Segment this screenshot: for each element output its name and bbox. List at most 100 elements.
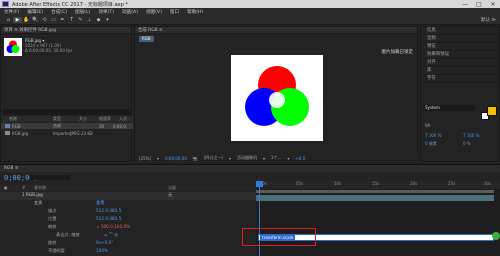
baseline-shift-value[interactable]: 0 像素: [425, 141, 437, 147]
timeline-zoom-knob[interactable]: [492, 232, 500, 240]
timeline-tab[interactable]: RGB ≡: [0, 165, 500, 172]
menu-window[interactable]: 窗口: [170, 9, 179, 15]
work-area-bar[interactable]: [256, 190, 494, 193]
hand-tool-icon[interactable]: ✋: [22, 17, 31, 23]
expression-controls-icon[interactable]: = ⌒ ◎: [104, 232, 118, 238]
timeline-property-row[interactable]: 缩放 ∞ 100.0,100.0%: [0, 224, 256, 232]
type-tool-icon[interactable]: T: [67, 17, 76, 23]
composition-tab[interactable]: RGB: [139, 36, 154, 42]
close-button[interactable]: ✕: [486, 1, 500, 8]
project-search-input[interactable]: [3, 109, 131, 115]
rotate-tool-icon[interactable]: ⟲: [40, 17, 49, 23]
highlight-annotation-box: [242, 228, 316, 246]
transform-group-label[interactable]: 变换: [34, 200, 42, 206]
resolution-dropdown[interactable]: (四分之一): [204, 155, 223, 161]
panel-character[interactable]: 字符: [421, 75, 499, 83]
playhead-handle[interactable]: [256, 181, 263, 187]
timeline-tab-label[interactable]: RGB ≡: [4, 166, 19, 171]
col-fps[interactable]: 帧速率: [99, 116, 111, 122]
project-row-type: ImporterJPEG: [53, 130, 80, 136]
menu-view[interactable]: 视图(V): [146, 9, 162, 15]
workspace-selector[interactable]: 默认 ≫: [481, 17, 496, 23]
zoom-dropdown[interactable]: [25%]: [139, 156, 151, 161]
maximize-button[interactable]: □: [472, 1, 486, 8]
resolution-dropdown-arrow[interactable]: ▾: [229, 156, 231, 161]
timeline-panel: RGB ≡ 0;00;00;00 ● # 源名称 父级 1 RGB.jpg 无 …: [0, 164, 500, 256]
menu-help[interactable]: 帮助(H): [187, 9, 203, 15]
zoom-tool-icon[interactable]: 🔍: [31, 17, 40, 23]
selection-tool-icon[interactable]: ▶: [13, 17, 22, 23]
comp-note: 图片加载已锁定: [381, 50, 414, 55]
timeline-property-row[interactable]: 锚点 512.0,483.5: [0, 208, 256, 216]
timeline-property-row[interactable]: 旋转 0x+0.0°: [0, 240, 256, 248]
menu-layer[interactable]: 图层(L): [75, 9, 90, 15]
puppet-tool-icon[interactable]: ✦: [103, 17, 112, 23]
col-size[interactable]: 大小: [79, 116, 87, 122]
menu-composition[interactable]: 合成(C): [51, 9, 67, 15]
opacity-label: 不透明度: [48, 248, 65, 253]
time-ruler[interactable]: 0s 05s 10s 15s 20s 25s 30s: [256, 181, 500, 189]
vertical-scale-value[interactable]: T 100 %: [425, 133, 441, 138]
composition-panel-header[interactable]: 合成 RGB ≡: [135, 27, 417, 34]
opacity-value[interactable]: 100%: [96, 248, 108, 253]
timeline-property-row[interactable]: 变换 重置: [0, 200, 256, 208]
panel-audio[interactable]: 音频: [421, 35, 499, 43]
timeline-layer-row[interactable]: 1 RGB.jpg 无: [0, 192, 256, 200]
rgb-circles-image: [245, 66, 309, 126]
minimize-button[interactable]: —: [458, 1, 472, 8]
exposure-value[interactable]: +0.0: [295, 156, 305, 161]
layer-number-header: #: [22, 185, 26, 190]
home-icon[interactable]: ⌂: [4, 17, 13, 23]
source-name-header[interactable]: 源名称: [34, 185, 46, 191]
timeline-expression-row[interactable]: 表达式: 缩放 = ⌒ ◎: [0, 232, 256, 240]
panel-info[interactable]: 信息: [421, 27, 499, 35]
panel-align[interactable]: 对齐: [421, 59, 499, 67]
tsume-value[interactable]: 0 %: [463, 141, 471, 146]
menu-bar: 文件(F) 编辑(E) 合成(C) 图层(L) 效果(T) 动画(A) 视图(V…: [0, 8, 500, 16]
timeline-property-row[interactable]: 不透明度 100%: [0, 248, 256, 256]
views-dropdown-arrow[interactable]: ▾: [287, 156, 289, 161]
parent-header[interactable]: 父级: [168, 185, 176, 191]
rotation-value[interactable]: 0x+0.0°: [96, 240, 113, 245]
menu-animation[interactable]: 动画(A): [122, 9, 138, 15]
anchor-point-value[interactable]: 512.0,483.5: [96, 208, 121, 213]
project-item-duration: Δ 0;00;00;00, 30.00 fps: [25, 48, 73, 53]
font-family-select[interactable]: System: [423, 105, 475, 111]
col-in[interactable]: 入点: [119, 116, 127, 122]
menu-file[interactable]: 文件(F): [4, 9, 19, 15]
position-value[interactable]: 512.0,483.5: [96, 216, 121, 221]
parent-value[interactable]: 无: [168, 192, 172, 198]
composition-canvas[interactable]: [231, 55, 323, 141]
timeline-property-row[interactable]: 位置 512.0,483.5: [0, 216, 256, 224]
menu-effect[interactable]: 效果(T): [98, 9, 114, 15]
eraser-tool-icon[interactable]: ◆: [94, 17, 103, 23]
stamp-tool-icon[interactable]: ⊥: [85, 17, 94, 23]
col-type[interactable]: 类型: [53, 116, 61, 122]
col-name[interactable]: 名称: [9, 116, 17, 122]
timeline-search-input[interactable]: [30, 175, 70, 180]
panel-effects-presets[interactable]: 效果和预设: [421, 51, 499, 59]
menu-edit[interactable]: 编辑(E): [27, 9, 43, 15]
snapshot-icon[interactable]: 📷: [193, 156, 198, 161]
layer-duration-bar[interactable]: [256, 195, 494, 201]
panel-libraries[interactable]: 库: [421, 67, 499, 75]
composition-footer: [25%] ▾ 0;00;00;00 📷 (四分之一) ▾ 活动摄像机 ▾ 1个…: [135, 154, 419, 162]
zoom-dropdown-arrow[interactable]: ▾: [157, 156, 159, 161]
project-panel-header[interactable]: 项目 ≡ 效果控件 RGB.jpg: [1, 27, 131, 34]
camera-dropdown[interactable]: 活动摄像机: [237, 155, 257, 161]
fill-color-swatch[interactable]: [487, 106, 497, 116]
project-item-thumbnail: [4, 38, 22, 56]
layer-name[interactable]: 1 RGB.jpg: [22, 192, 43, 197]
camera-dropdown-arrow[interactable]: ▾: [263, 156, 265, 161]
horizontal-scale-value[interactable]: T 100 %: [463, 133, 479, 138]
panel-preview[interactable]: 预览: [421, 43, 499, 51]
current-time-display[interactable]: 0;00;00;00: [165, 156, 187, 161]
brush-tool-icon[interactable]: ✎: [76, 17, 85, 23]
rectangle-tool-icon[interactable]: ▭: [49, 17, 58, 23]
project-row[interactable]: RGB 合成 30 0;00;0: [1, 123, 133, 129]
pen-tool-icon[interactable]: ✒: [58, 17, 67, 23]
scale-value[interactable]: ∞ 100.0,100.0%: [96, 224, 130, 229]
project-row[interactable]: RGB.jpg ImporterJPEG 23 KB: [1, 130, 133, 136]
transform-reset-link[interactable]: 重置: [96, 200, 104, 206]
views-dropdown[interactable]: 1个...: [271, 155, 281, 161]
